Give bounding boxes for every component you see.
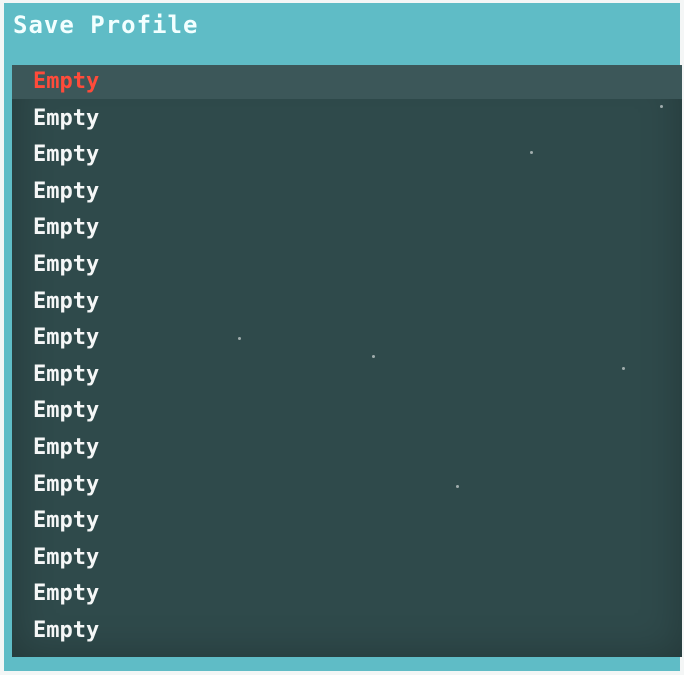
window-title: Save Profile (13, 11, 199, 39)
screen-speck (622, 367, 625, 370)
profile-slot-7[interactable]: Empty (12, 285, 682, 319)
profile-slot-3[interactable]: Empty (12, 138, 682, 172)
screen-speck (372, 355, 375, 358)
profile-slot-1[interactable]: Empty (12, 65, 682, 99)
profile-slot-5[interactable]: Empty (12, 211, 682, 245)
profile-slot-10[interactable]: Empty (12, 394, 682, 428)
profile-slot-2[interactable]: Empty (12, 102, 682, 136)
screen-speck (660, 105, 663, 108)
profile-slot-6[interactable]: Empty (12, 248, 682, 282)
profile-slot-4[interactable]: Empty (12, 175, 682, 209)
save-profile-window: Save Profile Empty Empty Empty Empty Emp… (4, 3, 682, 671)
profile-slot-list[interactable]: Empty Empty Empty Empty Empty Empty Empt… (12, 65, 682, 657)
profile-slot-14[interactable]: Empty (12, 541, 682, 575)
screen-speck (530, 151, 533, 154)
screen-speck (238, 337, 241, 340)
screen-speck (456, 485, 459, 488)
profile-slot-8[interactable]: Empty (12, 321, 682, 355)
profile-slot-13[interactable]: Empty (12, 504, 682, 538)
profile-slot-11[interactable]: Empty (12, 431, 682, 465)
profile-slot-12[interactable]: Empty (12, 468, 682, 502)
profile-slot-15[interactable]: Empty (12, 577, 682, 611)
profile-slot-16[interactable]: Empty (12, 614, 682, 648)
profile-slot-9[interactable]: Empty (12, 358, 682, 392)
